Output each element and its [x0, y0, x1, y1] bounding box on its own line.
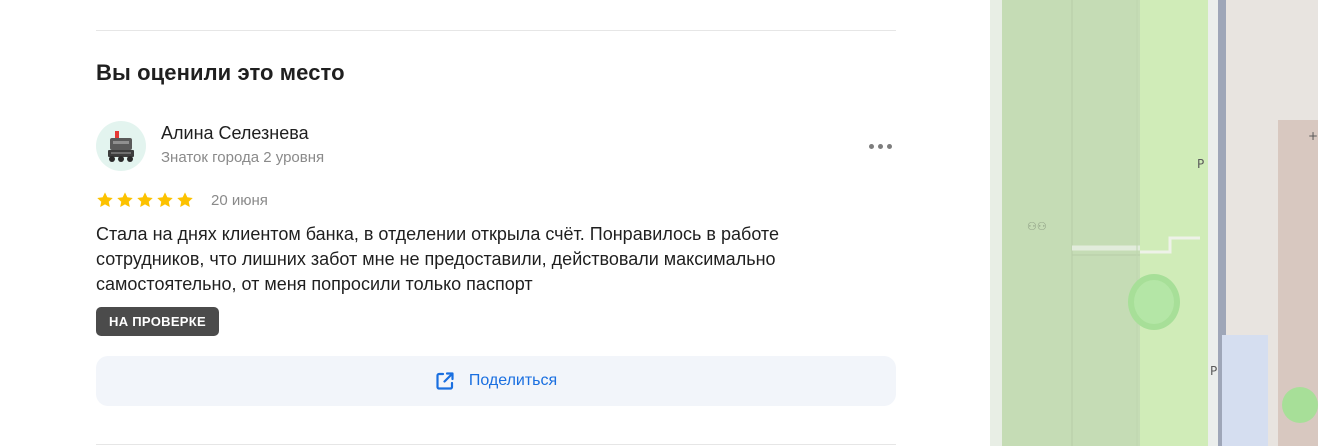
star-icon: [97, 192, 113, 208]
more-dot: [878, 144, 883, 149]
more-options-button[interactable]: [866, 136, 896, 156]
more-dots-icon: [869, 144, 874, 149]
svg-text:⚇⚇: ⚇⚇: [1027, 220, 1047, 233]
bottom-divider: [96, 444, 896, 445]
star-icon: [137, 192, 153, 208]
author-level: Знаток города 2 уровня: [161, 149, 325, 166]
star-icon: [117, 192, 133, 208]
star-icon: [177, 192, 193, 208]
parking-label-1: P: [1197, 157, 1204, 171]
map-canvas: ⚇⚇ P P +: [990, 0, 1318, 446]
share-label: Поделиться: [468, 372, 558, 389]
parking-label-2: P: [1210, 364, 1217, 378]
share-icon: [436, 372, 454, 390]
review-text: Стала на днях клиентом банка, в отделени…: [96, 224, 779, 294]
top-divider: [96, 30, 896, 31]
review-date: 20 июня: [211, 192, 268, 209]
star-icon: [157, 192, 173, 208]
author-name[interactable]: Алина Селезнева: [161, 123, 309, 144]
share-button[interactable]: Поделиться: [96, 356, 896, 406]
status-badge: НА ПРОВЕРКЕ: [96, 307, 219, 336]
more-dot: [887, 144, 892, 149]
section-title: Вы оценили это место: [96, 60, 345, 85]
svg-text:+: +: [1308, 129, 1318, 143]
rating-stars: [96, 191, 194, 211]
map-panel[interactable]: ⚇⚇ P P +: [990, 0, 1318, 446]
robot-avatar-icon: [108, 131, 134, 162]
author-avatar[interactable]: [96, 121, 146, 171]
